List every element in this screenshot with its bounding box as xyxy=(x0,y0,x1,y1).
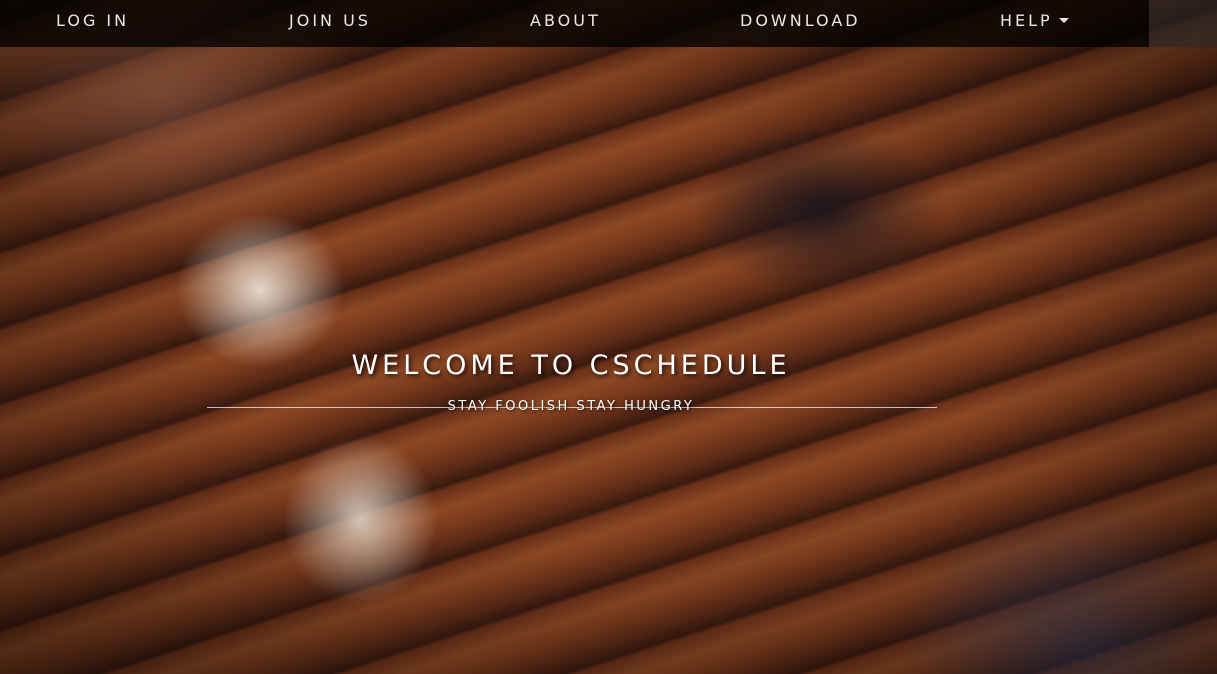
nav-help-dropdown[interactable]: HELP xyxy=(1000,11,1069,31)
hero-subtitle: STAY FOOLISH STAY HUNGRY xyxy=(447,399,695,414)
nav-login-link[interactable]: LOG IN xyxy=(56,11,129,31)
hero-background-image xyxy=(0,0,1217,674)
nav-join-us-link[interactable]: JOIN US xyxy=(289,11,371,31)
hero-title: WELCOME TO CSCHEDULE xyxy=(351,350,791,381)
nav-download-link[interactable]: DOWNLOAD xyxy=(740,11,861,31)
caret-down-icon xyxy=(1058,17,1069,23)
top-navbar: LOG IN JOIN US ABOUT DOWNLOAD HELP xyxy=(0,0,1149,47)
nav-about-link[interactable]: ABOUT xyxy=(530,11,601,31)
navbar-corner xyxy=(1149,0,1217,47)
nav-help-label: HELP xyxy=(1000,11,1053,30)
